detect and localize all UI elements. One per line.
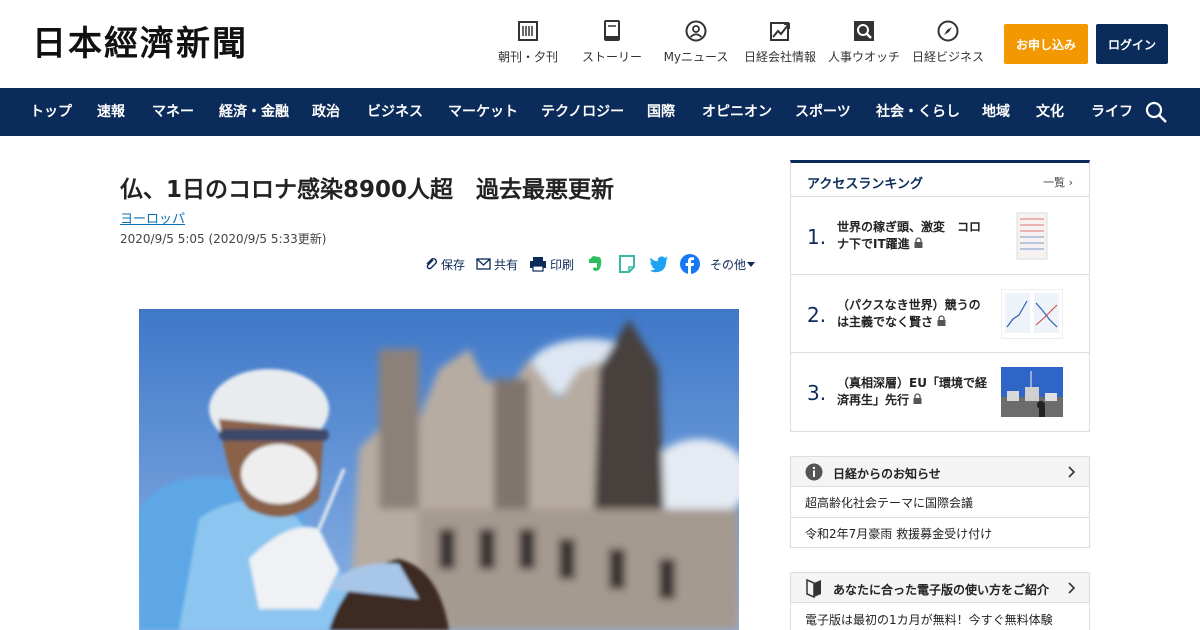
- notice-header[interactable]: 日経からのお知らせ: [791, 457, 1089, 487]
- note-share-button[interactable]: [618, 254, 639, 274]
- util-label: Myニュース: [663, 50, 729, 64]
- ranking-more-label: 一覧: [1043, 176, 1066, 189]
- nav-item-culture[interactable]: 文化: [1036, 88, 1064, 136]
- chevron-right-icon: [1068, 582, 1075, 594]
- notice-link[interactable]: 超高齢化社会テーマに国際会議: [805, 494, 973, 511]
- nav-item-life[interactable]: ライフ: [1091, 88, 1133, 136]
- lock-icon: [937, 315, 946, 326]
- caret-down-icon: [747, 262, 756, 267]
- person-icon: [685, 20, 707, 42]
- ranking-number: 3.: [807, 381, 827, 405]
- site-logo[interactable]: 日本經濟新聞: [32, 24, 248, 64]
- util-label: 日経会社情報: [744, 50, 817, 64]
- ranking-number: 2.: [807, 303, 827, 327]
- nav-item-top[interactable]: トップ: [30, 88, 72, 136]
- nav-item-sokuhou[interactable]: 速報: [97, 88, 125, 136]
- lock-icon: [913, 393, 922, 404]
- nav-item-international[interactable]: 国際: [647, 88, 675, 136]
- util-label: 朝刊・夕刊: [497, 50, 558, 64]
- search-icon[interactable]: [1144, 100, 1168, 124]
- magnifier-icon: [854, 21, 874, 41]
- nav-item-money[interactable]: マネー: [152, 88, 194, 136]
- util-my-news[interactable]: Myニュース: [663, 20, 729, 70]
- notice-link[interactable]: 令和2年7月豪雨 救援募金受け付け: [805, 525, 992, 542]
- book-icon: [604, 20, 620, 41]
- evernote-icon: [589, 256, 602, 271]
- nav-item-technology[interactable]: テクノロジー: [541, 88, 624, 136]
- main-nav: トップ 速報 マネー 経済・金融 政治 ビジネス マーケット テクノロジー 国際…: [0, 88, 1200, 136]
- login-button[interactable]: ログイン: [1096, 24, 1168, 64]
- util-choukan-yuukan[interactable]: 朝刊・夕刊: [497, 20, 559, 70]
- guide-title: あなたに合った電子版の使い方をご紹介: [833, 583, 1050, 597]
- ranking-headline: （パクスなき世界）競うのは主義でなく賢さ: [837, 298, 981, 329]
- printer-icon: [530, 257, 546, 272]
- facebook-share-button[interactable]: [680, 254, 703, 274]
- ranking-thumbnail: [1001, 289, 1063, 339]
- print-label: 印刷: [550, 257, 575, 272]
- article-photo: [139, 309, 739, 630]
- ranking-thumbnail: [1001, 211, 1063, 261]
- print-button[interactable]: 印刷: [529, 254, 574, 274]
- mail-icon: [476, 258, 491, 270]
- notice-title: 日経からのお知らせ: [833, 467, 941, 481]
- book-guide-icon: [806, 578, 821, 598]
- ranking-number: 1.: [807, 225, 827, 249]
- util-story[interactable]: ストーリー: [581, 20, 643, 70]
- nikkei-notice-panel: 日経からのお知らせ 超高齢化社会テーマに国際会議 令和2年7月豪雨 救援募金受け…: [790, 456, 1090, 548]
- article-date: 2020/9/5 5:05 (2020/9/5 5:33更新): [120, 232, 327, 246]
- ranking-title: アクセスランキング: [807, 177, 923, 192]
- ranking-more-link[interactable]: 一覧 ›: [1043, 174, 1073, 190]
- share-button[interactable]: 共有: [476, 254, 518, 274]
- twitter-share-button[interactable]: [649, 254, 672, 274]
- ranking-item[interactable]: 1. 世界の稼ぎ頭、激変 コロナ下でIT躍進: [791, 197, 1089, 275]
- ranking-item[interactable]: 2. （パクスなき世界）競うのは主義でなく賢さ: [791, 275, 1089, 353]
- nav-item-politics[interactable]: 政治: [312, 88, 340, 136]
- paperclip-icon: [426, 258, 437, 270]
- ranking-headline: （真相深層）EU「環境で経済再生」先行: [837, 376, 987, 407]
- ranking-header: アクセスランキング 一覧 ›: [791, 163, 1089, 197]
- util-company-info[interactable]: 日経会社情報: [744, 20, 816, 70]
- guide-text[interactable]: 電子版は最初の1カ月が無料！今すぐ無料体験: [805, 611, 1053, 628]
- util-label: 日経ビジネス: [912, 50, 985, 64]
- more-share-label: その他: [710, 257, 747, 272]
- ranking-headline: 世界の稼ぎ頭、激変 コロナ下でIT躍進: [837, 220, 982, 251]
- evernote-button[interactable]: [586, 254, 607, 274]
- ranking-thumbnail: [1001, 367, 1063, 417]
- save-button[interactable]: 保存: [424, 254, 465, 274]
- twitter-icon: [649, 256, 668, 273]
- info-icon: [805, 463, 823, 481]
- util-label: 人事ウオッチ: [828, 50, 901, 64]
- share-toolbar: 保存 共有 印刷 その他: [420, 254, 760, 274]
- site-header: 日本經濟新聞 朝刊・夕刊 ストーリー Myニュース 日経会社情報 人事ウオッチ …: [0, 0, 1200, 88]
- nav-item-economy[interactable]: 経済・金融: [219, 88, 289, 136]
- share-label: 共有: [494, 257, 519, 272]
- nav-item-business[interactable]: ビジネス: [367, 88, 423, 136]
- util-nikkei-business[interactable]: 日経ビジネス: [912, 20, 984, 70]
- lock-icon: [914, 237, 923, 248]
- chart-icon: [770, 22, 790, 41]
- compass-icon: [937, 20, 959, 42]
- nav-item-opinion[interactable]: オピニオン: [702, 88, 772, 136]
- apply-button[interactable]: お申し込み: [1004, 24, 1088, 64]
- nav-item-sports[interactable]: スポーツ: [795, 88, 851, 136]
- more-share-dropdown[interactable]: その他: [710, 254, 759, 274]
- chevron-right-icon: [1068, 466, 1075, 478]
- divider: [791, 517, 1089, 518]
- nav-item-market[interactable]: マーケット: [448, 88, 518, 136]
- note-icon: [619, 255, 635, 273]
- save-label: 保存: [441, 257, 466, 272]
- newspaper-icon: [518, 21, 538, 41]
- digital-guide-panel: あなたに合った電子版の使い方をご紹介 電子版は最初の1カ月が無料！今すぐ無料体験: [790, 572, 1090, 630]
- access-ranking-panel: アクセスランキング 一覧 › 1. 世界の稼ぎ頭、激変 コロナ下でIT躍進 2.…: [790, 160, 1090, 432]
- article-title: 仏、1日のコロナ感染8900人超 過去最悪更新: [120, 177, 615, 203]
- ranking-item[interactable]: 3. （真相深層）EU「環境で経済再生」先行: [791, 353, 1089, 431]
- guide-header[interactable]: あなたに合った電子版の使い方をご紹介: [791, 573, 1089, 603]
- nav-item-society[interactable]: 社会・くらし: [876, 88, 960, 136]
- util-jinji-watch[interactable]: 人事ウオッチ: [828, 20, 900, 70]
- article-category-link[interactable]: ヨーロッパ: [120, 208, 185, 227]
- facebook-icon: [680, 254, 700, 274]
- nav-item-region[interactable]: 地域: [982, 88, 1010, 136]
- util-label: ストーリー: [581, 50, 642, 64]
